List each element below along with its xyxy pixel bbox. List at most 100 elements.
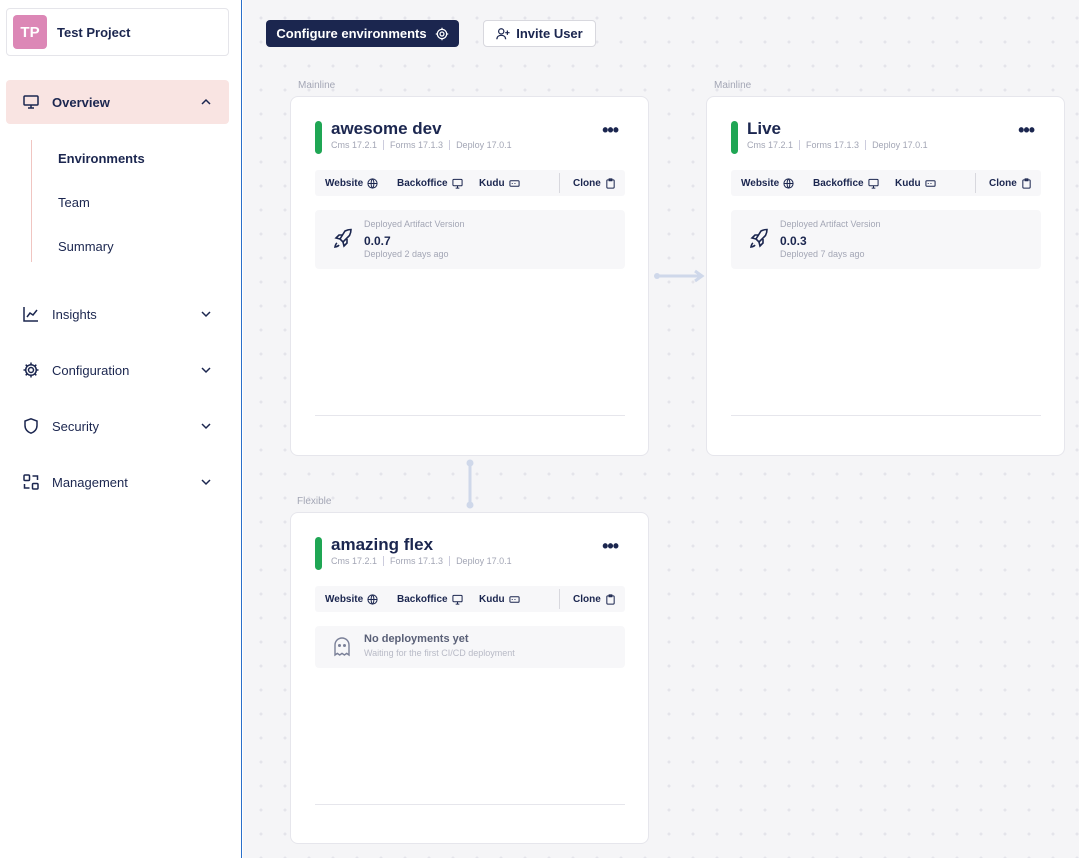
flexible-connector (466, 459, 474, 509)
clipboard-icon (606, 177, 615, 189)
monitor-icon (22, 93, 40, 111)
divider (731, 415, 1041, 416)
group-label: Mainline (714, 80, 752, 91)
website-link[interactable]: Website (741, 170, 794, 196)
clipboard-icon (1022, 177, 1031, 189)
deployment-version: 0.0.3 (780, 234, 807, 248)
deployment-time: Deployed 7 days ago (780, 249, 865, 259)
monitor-icon (867, 178, 879, 189)
backoffice-link[interactable]: Backoffice (397, 170, 463, 196)
kudu-link[interactable]: Kudu (895, 170, 936, 196)
group-label: Flexible (297, 496, 332, 507)
rocket-icon (750, 228, 768, 248)
empty-title: No deployments yet (364, 633, 469, 645)
status-indicator (315, 537, 322, 570)
divider (975, 173, 976, 193)
sidebar-subitem-team[interactable]: Team (58, 195, 90, 210)
empty-deployments: No deployments yet Waiting for the first… (315, 626, 625, 668)
divider (559, 589, 560, 609)
status-indicator (315, 121, 322, 154)
more-options-button[interactable]: ••• (602, 121, 619, 139)
sidebar-item-security[interactable]: Security (6, 406, 229, 446)
sidebar-item-overview[interactable]: Overview (6, 80, 229, 124)
backoffice-link[interactable]: Backoffice (397, 586, 463, 612)
deploy-version: Deploy 17.0.1 (449, 556, 512, 566)
globe-icon (783, 177, 794, 189)
configure-environments-button[interactable]: Configure environments (266, 20, 459, 47)
environment-actions: Website Backoffice Kudu Clone (731, 170, 1041, 196)
sidebar-item-insights[interactable]: Insights (6, 294, 229, 334)
environment-actions: Website Backoffice Kudu Clone (315, 586, 625, 612)
deployment-title: Deployed Artifact Version (364, 219, 465, 229)
shield-icon (22, 417, 40, 435)
monitor-icon (451, 594, 463, 605)
environment-card[interactable]: amazing flex Cms 17.2.1 Forms 17.1.3 Deplo… (290, 512, 649, 844)
sidebar-item-label: Security (52, 418, 99, 434)
deployment-info: Deployed Artifact Version 0.0.3 Deployed… (731, 210, 1041, 269)
sidebar-item-configuration[interactable]: Configuration (6, 350, 229, 390)
kudu-link[interactable]: Kudu (479, 586, 520, 612)
chevron-down-icon (201, 367, 211, 374)
rocket-icon (334, 228, 352, 248)
sidebar-item-label: Configuration (52, 362, 130, 378)
forms-version: Forms 17.1.3 (383, 556, 444, 566)
environments-canvas: Configure environments Invite User Mainl… (243, 0, 1079, 858)
website-link[interactable]: Website (325, 586, 378, 612)
chevron-down-icon (201, 423, 211, 430)
kudu-link[interactable]: Kudu (479, 170, 520, 196)
environment-actions: Website Backoffice Kudu Clone (315, 170, 625, 196)
configure-label: Configure environments (276, 26, 427, 41)
globe-icon (367, 177, 378, 189)
chevron-down-icon (201, 479, 211, 486)
avatar: TP (13, 15, 47, 49)
ghost-icon (334, 637, 350, 657)
deployment-time: Deployed 2 days ago (364, 249, 449, 259)
divider (315, 415, 625, 416)
website-link[interactable]: Website (325, 170, 378, 196)
sidebar: TP Test Project Overview Environments Te… (0, 0, 242, 858)
group-label: Mainline (298, 80, 336, 91)
clipboard-icon (606, 593, 615, 605)
gear-icon (22, 361, 40, 379)
divider (315, 804, 625, 805)
server-icon (508, 179, 520, 187)
sidebar-item-label: Management (52, 474, 128, 490)
sidebar-subitem-environments[interactable]: Environments (58, 151, 145, 166)
cms-version: Cms 17.2.1 (331, 140, 378, 150)
deployment-title: Deployed Artifact Version (780, 219, 881, 229)
environment-name: Live (747, 119, 782, 138)
forms-version: Forms 17.1.3 (383, 140, 444, 150)
sidebar-item-label: Overview (52, 94, 110, 110)
project-switcher[interactable]: TP Test Project (6, 8, 229, 56)
clone-button[interactable]: Clone (573, 586, 616, 612)
chart-icon (22, 305, 40, 323)
cms-version: Cms 17.2.1 (747, 140, 794, 150)
sidebar-item-management[interactable]: Management (6, 462, 229, 502)
sidebar-item-label: Insights (52, 306, 97, 322)
clone-button[interactable]: Clone (573, 170, 616, 196)
environment-card[interactable]: awesome dev Cms 17.2.1 Forms 17.1.3 Deploy… (290, 96, 649, 456)
gear-icon (435, 27, 448, 40)
invite-user-button[interactable]: Invite User (483, 20, 596, 47)
deploy-version: Deploy 17.0.1 (449, 140, 512, 150)
more-options-button[interactable]: ••• (1018, 121, 1035, 139)
more-options-button[interactable]: ••• (602, 537, 619, 555)
deployment-version: 0.0.7 (364, 234, 391, 248)
add-user-icon (496, 27, 510, 39)
environment-card[interactable]: Live Cms 17.2.1 Forms 17.1.3 Deploy 17.0.1… (706, 96, 1065, 456)
chevron-down-icon (201, 311, 211, 318)
empty-subtitle: Waiting for the first CI/CD deployment (364, 648, 515, 658)
environment-versions: Cms 17.2.1 Forms 17.1.3 Deploy 17.0.1 (747, 140, 928, 150)
environment-name: amazing flex (331, 535, 434, 554)
divider (559, 173, 560, 193)
backoffice-link[interactable]: Backoffice (813, 170, 879, 196)
sidebar-subitem-summary[interactable]: Summary (58, 239, 114, 254)
server-icon (508, 595, 520, 603)
cms-version: Cms 17.2.1 (331, 556, 378, 566)
promotion-arrow (654, 269, 705, 283)
environment-versions: Cms 17.2.1 Forms 17.1.3 Deploy 17.0.1 (331, 556, 512, 566)
forms-version: Forms 17.1.3 (799, 140, 860, 150)
monitor-icon (451, 178, 463, 189)
clone-button[interactable]: Clone (989, 170, 1032, 196)
invite-label: Invite User (516, 26, 583, 41)
